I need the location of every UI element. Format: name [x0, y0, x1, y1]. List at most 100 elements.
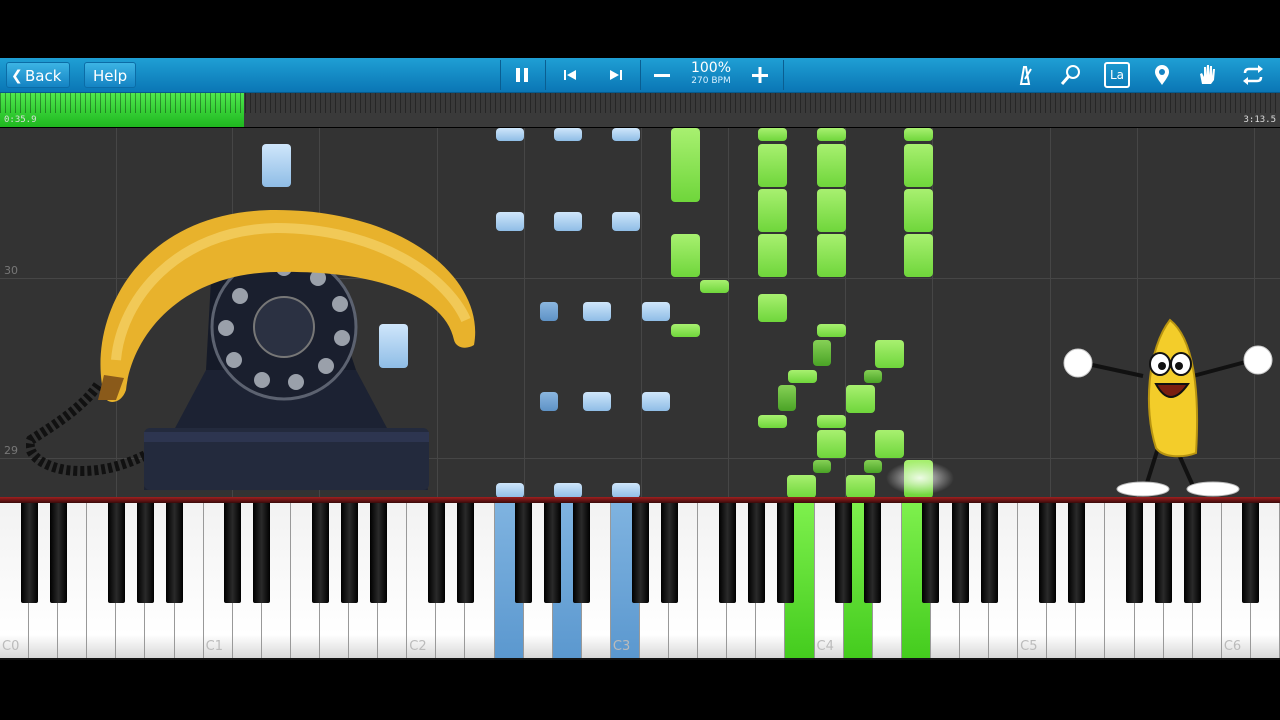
- banana-phone-image: [24, 200, 486, 500]
- black-key[interactable]: [718, 503, 736, 603]
- note: [846, 385, 875, 413]
- black-key[interactable]: [311, 503, 329, 603]
- note: [554, 483, 582, 498]
- note: [540, 302, 558, 321]
- note: [671, 324, 700, 337]
- label-icon-text: La: [1109, 68, 1125, 82]
- black-key[interactable]: [107, 503, 125, 603]
- note-hit-glow: [880, 458, 960, 498]
- black-key[interactable]: [922, 503, 940, 603]
- tempo-percent: 100%: [690, 60, 732, 76]
- black-key[interactable]: [1242, 503, 1260, 603]
- black-key[interactable]: [166, 503, 184, 603]
- location-pin-icon[interactable]: [1149, 62, 1175, 88]
- progress-bar[interactable]: 0:35.9 3:13.5: [0, 93, 1280, 127]
- note: [817, 324, 846, 337]
- black-key[interactable]: [369, 503, 387, 603]
- black-key[interactable]: [340, 503, 358, 603]
- black-key[interactable]: [980, 503, 998, 603]
- note: [758, 128, 787, 141]
- note: [813, 460, 831, 473]
- note: [758, 234, 787, 277]
- black-key[interactable]: [631, 503, 649, 603]
- note: [642, 302, 670, 321]
- black-key[interactable]: [776, 503, 794, 603]
- note: [612, 483, 640, 498]
- search-icon[interactable]: [1058, 62, 1084, 88]
- note: [758, 294, 787, 322]
- note: [262, 144, 291, 187]
- note: [671, 234, 700, 277]
- octave-label: C6: [1223, 639, 1242, 654]
- black-key[interactable]: [835, 503, 853, 603]
- help-button[interactable]: Help: [84, 62, 137, 88]
- octave-label: C0: [2, 639, 20, 654]
- black-key[interactable]: [1184, 503, 1202, 603]
- note: [817, 430, 846, 458]
- octave-label: C2: [409, 639, 427, 654]
- note: [875, 340, 904, 368]
- plus-icon[interactable]: [747, 62, 773, 88]
- note: [787, 475, 816, 498]
- black-key[interactable]: [747, 503, 765, 603]
- dancing-banana-image: [1058, 318, 1280, 500]
- black-key[interactable]: [1038, 503, 1056, 603]
- current-time: 0:35.9: [4, 115, 37, 125]
- note: [540, 392, 558, 411]
- note: [904, 144, 933, 187]
- note: [554, 128, 582, 141]
- note: [496, 128, 524, 141]
- black-key[interactable]: [456, 503, 474, 603]
- note: [496, 212, 524, 231]
- note: [817, 128, 846, 141]
- black-key[interactable]: [1067, 503, 1085, 603]
- note: [788, 370, 817, 383]
- black-key[interactable]: [427, 503, 445, 603]
- black-key[interactable]: [573, 503, 591, 603]
- note: [904, 128, 933, 141]
- pause-icon[interactable]: [509, 62, 535, 88]
- back-chevron-icon: ❮: [11, 68, 23, 84]
- hand-icon[interactable]: [1194, 62, 1220, 88]
- octave-label: C5: [1020, 639, 1038, 654]
- note: [817, 144, 846, 187]
- black-key[interactable]: [515, 503, 533, 603]
- note: [583, 302, 611, 321]
- skip-forward-icon[interactable]: [603, 62, 629, 88]
- note: [700, 280, 729, 293]
- note: [817, 189, 846, 232]
- note: [642, 392, 670, 411]
- minus-icon[interactable]: [649, 62, 675, 88]
- black-key[interactable]: [544, 503, 562, 603]
- back-button[interactable]: ❮ Back: [6, 62, 71, 88]
- loop-icon[interactable]: [1240, 62, 1266, 88]
- black-key[interactable]: [951, 503, 969, 603]
- note: [778, 385, 796, 411]
- tempo-display: 100% 270 BPM: [684, 60, 738, 87]
- metronome-icon[interactable]: [1012, 62, 1038, 88]
- black-key[interactable]: [253, 503, 271, 603]
- note: [758, 144, 787, 187]
- black-key[interactable]: [864, 503, 882, 603]
- black-key[interactable]: [224, 503, 242, 603]
- note: [846, 475, 875, 498]
- black-key[interactable]: [20, 503, 38, 603]
- note: [758, 189, 787, 232]
- note: [758, 415, 787, 428]
- black-key[interactable]: [1155, 503, 1173, 603]
- black-key[interactable]: [49, 503, 67, 603]
- note: [554, 212, 582, 231]
- note: [875, 430, 904, 458]
- black-key[interactable]: [136, 503, 154, 603]
- black-key[interactable]: [660, 503, 678, 603]
- note: [864, 370, 882, 383]
- label-icon[interactable]: La: [1104, 62, 1130, 88]
- total-time: 3:13.5: [1243, 115, 1276, 125]
- help-label: Help: [93, 67, 128, 85]
- black-key[interactable]: [1126, 503, 1144, 603]
- note: [817, 234, 846, 277]
- note: [612, 128, 640, 141]
- skip-back-icon[interactable]: [557, 62, 583, 88]
- measure-number: 29: [4, 444, 18, 457]
- note: [496, 483, 524, 498]
